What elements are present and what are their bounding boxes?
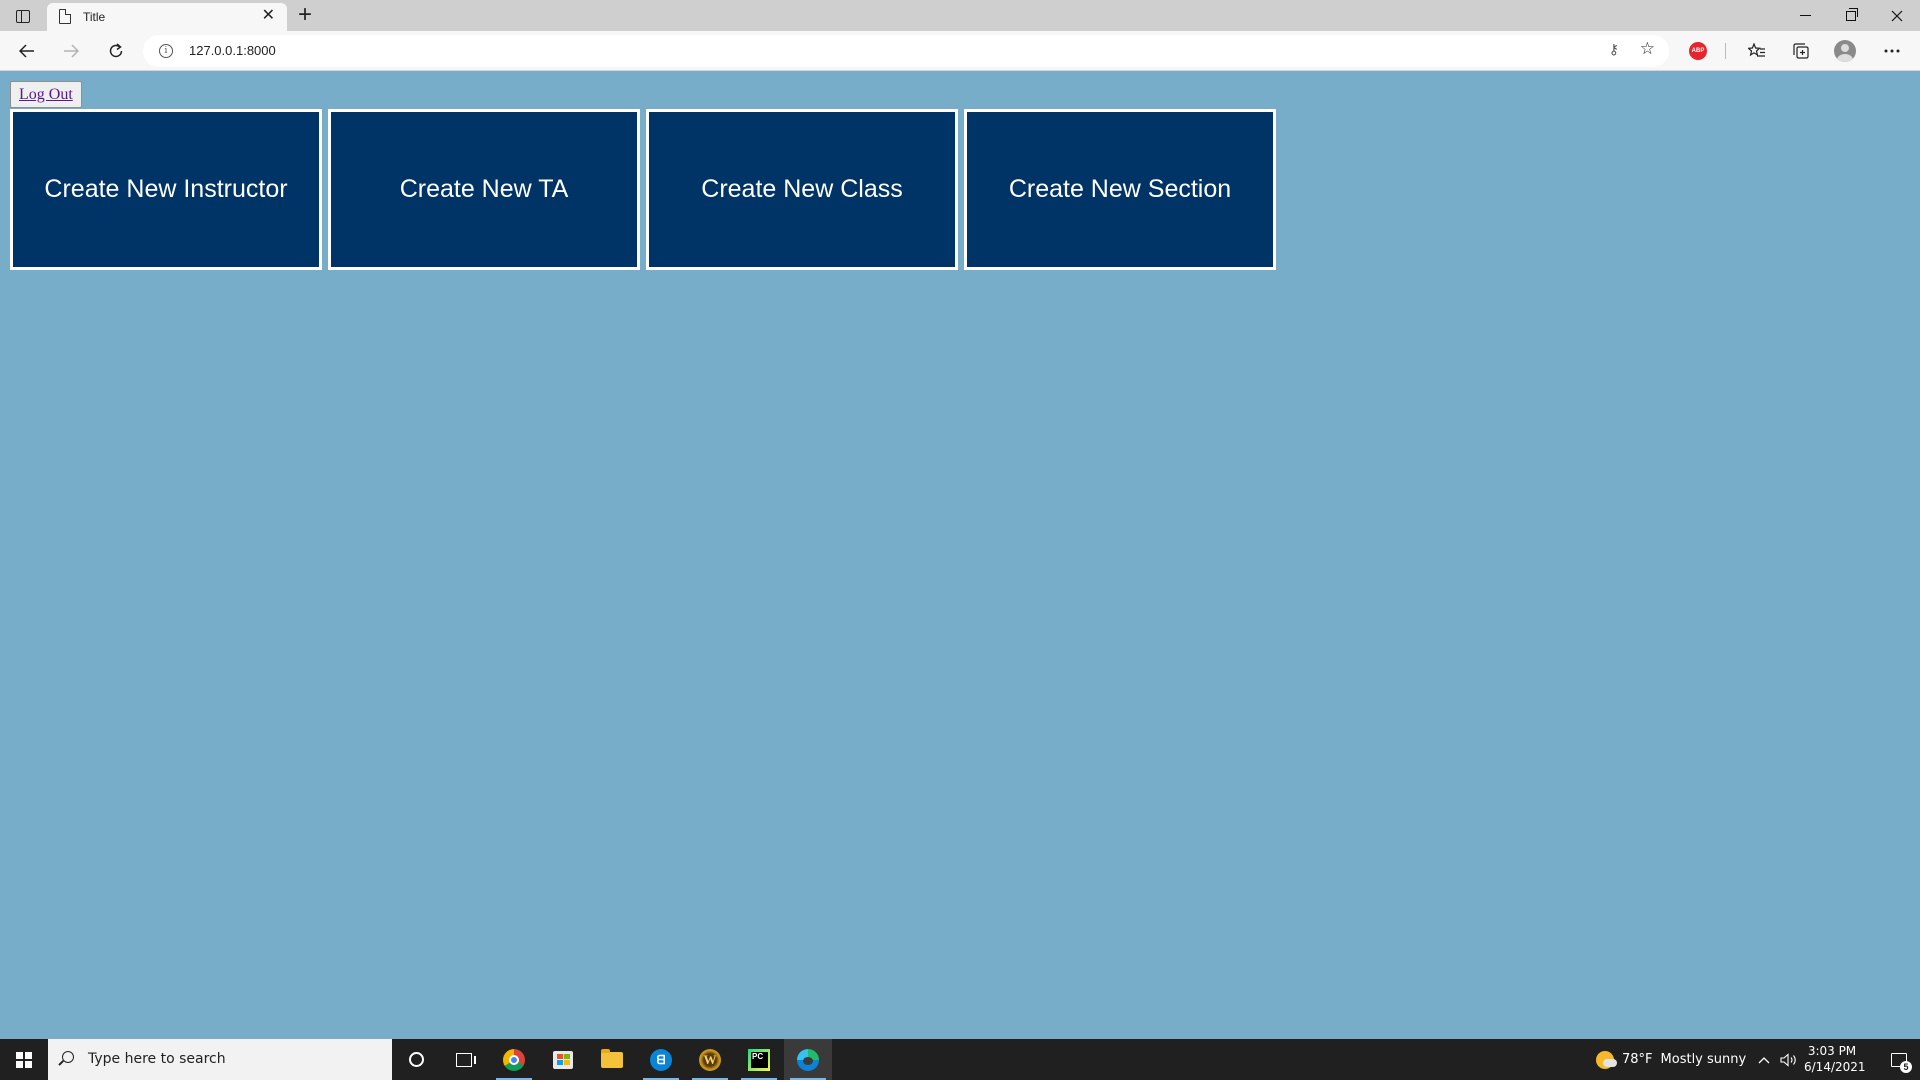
page-content: Log Out Create New Instructor Create New… bbox=[0, 72, 1920, 1039]
window-close-button[interactable] bbox=[1874, 0, 1920, 31]
favorites-button[interactable] bbox=[1742, 37, 1772, 65]
store-taskbar-button[interactable] bbox=[539, 1039, 587, 1080]
tab-actions-button[interactable] bbox=[6, 3, 40, 29]
cortana-icon bbox=[408, 1052, 424, 1067]
favorites-icon bbox=[1748, 43, 1765, 57]
browser-tab[interactable]: Title ✕ bbox=[47, 3, 287, 31]
windows-taskbar: Type here to search ᗺ W 78°F Mostly sunn… bbox=[0, 1039, 1920, 1080]
notification-icon: 5 bbox=[1891, 1052, 1912, 1073]
weather-widget[interactable]: 78°F Mostly sunny bbox=[1596, 1039, 1746, 1080]
restore-icon bbox=[1846, 7, 1858, 21]
browser-toolbar: i 127.0.0.1:8000 ⚷ ☆ ABP bbox=[0, 31, 1920, 71]
show-hidden-icons-button[interactable] bbox=[1758, 1039, 1770, 1080]
start-button[interactable] bbox=[0, 1039, 48, 1080]
chrome-icon bbox=[503, 1048, 525, 1071]
file-explorer-icon bbox=[601, 1048, 623, 1068]
wow-taskbar-button[interactable]: W bbox=[686, 1039, 734, 1080]
create-class-button[interactable]: Create New Class bbox=[646, 109, 958, 270]
task-view-button[interactable] bbox=[440, 1039, 488, 1080]
taskbar-search-box[interactable]: Type here to search bbox=[48, 1039, 392, 1080]
pycharm-taskbar-button[interactable] bbox=[735, 1039, 783, 1080]
create-ta-button[interactable]: Create New TA bbox=[328, 109, 640, 270]
battle-net-icon: ᗺ bbox=[650, 1048, 672, 1071]
refresh-icon bbox=[109, 43, 123, 58]
weather-temp: 78°F bbox=[1622, 1052, 1653, 1067]
collections-icon bbox=[1793, 43, 1809, 59]
windows-start-icon bbox=[16, 1051, 32, 1068]
battle-net-taskbar-button[interactable]: ᗺ bbox=[637, 1039, 685, 1080]
volume-button[interactable] bbox=[1780, 1039, 1798, 1080]
window-restore-button[interactable] bbox=[1828, 0, 1874, 31]
logout-link[interactable]: Log Out bbox=[19, 86, 73, 104]
notification-center-button[interactable]: 5 bbox=[1878, 1039, 1920, 1080]
url-text[interactable]: 127.0.0.1:8000 bbox=[189, 43, 276, 58]
tab-actions-icon bbox=[16, 9, 30, 23]
site-info-icon[interactable]: i bbox=[159, 44, 173, 58]
collections-button[interactable] bbox=[1786, 37, 1816, 65]
edge-taskbar-button[interactable] bbox=[784, 1039, 832, 1080]
store-icon bbox=[553, 1050, 573, 1069]
weather-condition: Mostly sunny bbox=[1660, 1052, 1747, 1067]
page-icon bbox=[59, 8, 72, 24]
minimize-icon bbox=[1799, 14, 1811, 17]
browser-tab-strip: Title ✕ + bbox=[0, 0, 1920, 31]
edge-icon bbox=[797, 1048, 819, 1071]
speaker-icon bbox=[1780, 1052, 1796, 1067]
pycharm-icon bbox=[748, 1048, 770, 1071]
action-cards: Create New Instructor Create New TA Crea… bbox=[10, 109, 1276, 270]
settings-more-button[interactable] bbox=[1877, 37, 1907, 65]
more-icon bbox=[1884, 49, 1900, 53]
back-button[interactable] bbox=[12, 37, 42, 65]
key-icon[interactable]: ⚷ bbox=[1609, 41, 1619, 58]
refresh-button[interactable] bbox=[101, 37, 131, 65]
arrow-right-icon bbox=[64, 44, 79, 58]
search-icon bbox=[62, 1051, 74, 1063]
new-tab-button[interactable]: + bbox=[294, 2, 316, 28]
chrome-taskbar-button[interactable] bbox=[490, 1039, 538, 1080]
adblock-plus-icon[interactable]: ABP bbox=[1689, 42, 1707, 60]
notification-count-badge: 5 bbox=[1900, 1060, 1912, 1073]
partly-sunny-icon bbox=[1596, 1050, 1617, 1069]
close-icon bbox=[1891, 10, 1903, 21]
forward-button[interactable] bbox=[56, 37, 86, 65]
tab-close-icon[interactable]: ✕ bbox=[262, 7, 275, 25]
tab-title: Title bbox=[83, 10, 106, 24]
logout-button[interactable]: Log Out bbox=[10, 81, 82, 108]
clock-time: 3:03 PM bbox=[1807, 1044, 1857, 1058]
task-view-icon bbox=[456, 1052, 476, 1067]
window-minimize-button[interactable] bbox=[1782, 0, 1828, 31]
world-of-warcraft-icon: W bbox=[699, 1048, 721, 1071]
file-explorer-taskbar-button[interactable] bbox=[588, 1039, 636, 1080]
chevron-up-icon bbox=[1758, 1056, 1770, 1063]
arrow-left-icon bbox=[19, 44, 34, 58]
clock-date: 6/14/2021 bbox=[1804, 1060, 1866, 1074]
create-instructor-button[interactable]: Create New Instructor bbox=[10, 109, 322, 270]
cortana-button[interactable] bbox=[392, 1039, 440, 1080]
profile-avatar-icon[interactable] bbox=[1834, 40, 1856, 62]
toolbar-divider bbox=[1725, 43, 1726, 59]
create-section-button[interactable]: Create New Section bbox=[964, 109, 1276, 270]
system-clock[interactable]: 3:03 PM 6/14/2021 bbox=[1804, 1043, 1866, 1075]
add-favorite-icon[interactable]: ☆ bbox=[1640, 39, 1655, 59]
search-placeholder: Type here to search bbox=[88, 1051, 226, 1067]
address-bar[interactable]: i 127.0.0.1:8000 ⚷ ☆ bbox=[143, 35, 1669, 67]
